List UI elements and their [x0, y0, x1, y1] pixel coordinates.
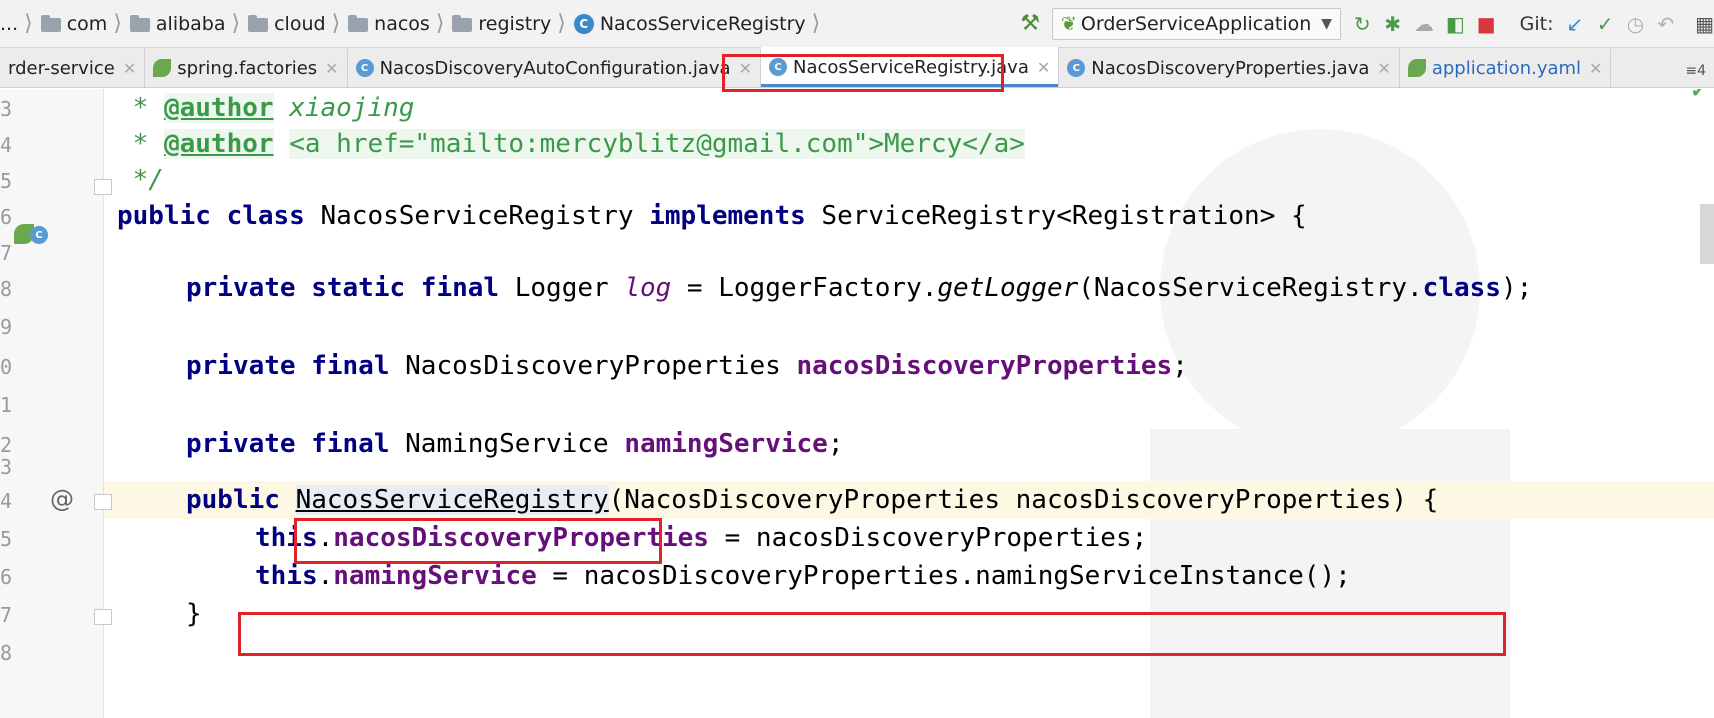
git-history-clock-icon[interactable]: ◷: [1626, 12, 1644, 36]
breadcrumb: ... ⟩ com ⟩ alibaba ⟩ cloud ⟩ nacos ⟩ re…: [0, 0, 824, 47]
line-number: 3: [0, 97, 13, 121]
breadcrumb-item-com[interactable]: com: [67, 13, 108, 35]
chevron-right-icon: ⟩: [435, 11, 445, 36]
project-structure-icon[interactable]: ▦: [1695, 12, 1714, 36]
code-line: public class NacosServiceRegistry implem…: [117, 201, 1307, 231]
stop-icon[interactable]: ■: [1477, 12, 1496, 36]
class-icon: C: [30, 226, 48, 244]
navigation-bar: ... ⟩ com ⟩ alibaba ⟩ cloud ⟩ nacos ⟩ re…: [0, 0, 1714, 48]
fold-marker-icon[interactable]: [94, 494, 112, 510]
tab-label: rder-service: [8, 57, 115, 79]
code-line: this.namingService = nacosDiscoveryPrope…: [255, 561, 1351, 591]
tab-spring-factories[interactable]: spring.factories ✕: [145, 49, 348, 87]
chevron-down-icon: ▼: [1321, 15, 1333, 32]
line-number: 5: [0, 169, 13, 193]
code-line: this.nacosDiscoveryProperties = nacosDis…: [255, 523, 1148, 553]
folder-icon: [452, 14, 473, 32]
fold-marker-icon[interactable]: [94, 179, 112, 195]
folder-icon: [348, 14, 369, 32]
line-number: 4: [0, 489, 13, 513]
line-number: 1: [0, 393, 13, 417]
autowired-at-icon[interactable]: @: [50, 485, 74, 513]
editor-tabs: rder-service ✕ spring.factories ✕ C Naco…: [0, 47, 1714, 88]
chevron-right-icon: ⟩: [113, 11, 122, 36]
close-icon[interactable]: ✕: [739, 59, 752, 78]
line-number: 0: [0, 355, 13, 379]
folder-icon: [40, 14, 61, 32]
tab-label: application.yaml: [1431, 57, 1582, 79]
spring-boot-icon: ❦: [1060, 12, 1077, 35]
spring-icon: [153, 59, 172, 77]
git-update-icon[interactable]: ↙: [1566, 12, 1584, 36]
chevron-right-icon: ⟩: [557, 11, 566, 36]
folder-icon: [248, 14, 269, 32]
spring-bean-class-icon[interactable]: C: [14, 224, 50, 246]
line-number: 9: [0, 315, 13, 339]
close-icon[interactable]: ✕: [123, 59, 136, 78]
git-rollback-icon[interactable]: ↶: [1657, 12, 1675, 36]
code-line: private final NacosDiscoveryProperties n…: [186, 351, 1188, 381]
code-line: private final NamingService namingServic…: [186, 429, 844, 459]
tab-label: spring.factories: [177, 57, 318, 79]
chevron-right-icon: ⟩: [811, 11, 821, 36]
line-number: 5: [0, 527, 13, 551]
spring-icon: [1407, 59, 1426, 77]
class-icon: C: [573, 13, 594, 34]
editor-gutter[interactable]: 3 4 5 6 7 8 9 0 1 2 3 4 5 6 7 8 C @: [0, 89, 112, 718]
line-number: 8: [0, 277, 13, 301]
git-commit-check-icon[interactable]: ✓: [1596, 12, 1614, 36]
profiler-icon[interactable]: ◧: [1446, 12, 1465, 36]
code-line: }: [186, 599, 202, 629]
chevron-right-icon: ⟩: [331, 11, 341, 36]
code-editor[interactable]: ✔ * @author xiaojing * @author <a href="…: [0, 89, 1714, 718]
breadcrumb-item-alibaba[interactable]: alibaba: [156, 13, 226, 35]
line-number: 8: [0, 641, 13, 665]
tab-label: NacosDiscoveryProperties.java: [1091, 57, 1370, 79]
close-icon[interactable]: ✕: [1377, 59, 1390, 78]
close-icon[interactable]: ✕: [1589, 59, 1602, 78]
close-icon[interactable]: ✕: [1037, 58, 1050, 77]
line-number: 6: [0, 565, 13, 589]
line-number: 3: [0, 455, 13, 479]
breadcrumb-item-cloud[interactable]: cloud: [274, 13, 325, 35]
tab-label: NacosDiscoveryAutoConfiguration.java: [379, 57, 731, 79]
class-icon: C: [769, 58, 787, 76]
folder-icon: [129, 14, 150, 32]
line-number: 6: [0, 205, 13, 229]
class-icon: C: [355, 59, 374, 77]
tab-label: NacosServiceRegistry.java: [793, 56, 1029, 78]
class-icon: C: [1067, 59, 1086, 77]
breadcrumb-lead[interactable]: ...: [0, 13, 18, 35]
tab-order-service[interactable]: rder-service ✕: [0, 49, 146, 87]
rerun-icon[interactable]: ↻: [1353, 12, 1371, 36]
coverage-icon[interactable]: ☁: [1414, 12, 1434, 36]
code-line-current: public NacosServiceRegistry(NacosDiscove…: [0, 481, 1714, 519]
chevron-right-icon: ⟩: [231, 11, 241, 36]
chevron-right-icon: ⟩: [24, 11, 33, 36]
debug-bug-icon[interactable]: ✱: [1383, 12, 1401, 36]
line-number: 4: [0, 133, 13, 157]
tab-nacos-discovery-properties[interactable]: C NacosDiscoveryProperties.java ✕: [1059, 49, 1400, 87]
breadcrumb-item-registry[interactable]: registry: [478, 13, 551, 35]
line-number: 2: [0, 433, 13, 457]
close-icon[interactable]: ✕: [325, 59, 338, 78]
fold-marker-icon[interactable]: [94, 609, 112, 625]
line-number: 7: [0, 603, 13, 627]
code-line: * @author xiaojing: [117, 93, 415, 123]
code-line: */: [117, 165, 164, 195]
code-line: private static final Logger log = Logger…: [186, 273, 1533, 303]
tab-nacos-discovery-auto-configuration[interactable]: C NacosDiscoveryAutoConfiguration.java ✕: [348, 49, 761, 87]
tab-nacos-service-registry[interactable]: C NacosServiceRegistry.java ✕: [761, 47, 1060, 87]
git-label: Git:: [1519, 12, 1554, 35]
line-number: 7: [0, 241, 13, 265]
build-hammer-icon[interactable]: ⚒: [1020, 11, 1040, 36]
run-configuration-select[interactable]: ❦ OrderServiceApplication ▼: [1051, 7, 1342, 40]
constructor-name: NacosServiceRegistry: [295, 485, 609, 515]
tab-application-yaml[interactable]: application.yaml ✕: [1400, 49, 1612, 87]
run-configuration-label: OrderServiceApplication: [1080, 12, 1312, 35]
code-line: * @author <a href="mailto:mercyblitz@gma…: [117, 129, 1025, 159]
breadcrumb-item-class[interactable]: NacosServiceRegistry: [600, 13, 806, 35]
tabs-overflow-menu[interactable]: ≡4: [1677, 63, 1714, 87]
breadcrumb-item-nacos[interactable]: nacos: [374, 13, 430, 35]
